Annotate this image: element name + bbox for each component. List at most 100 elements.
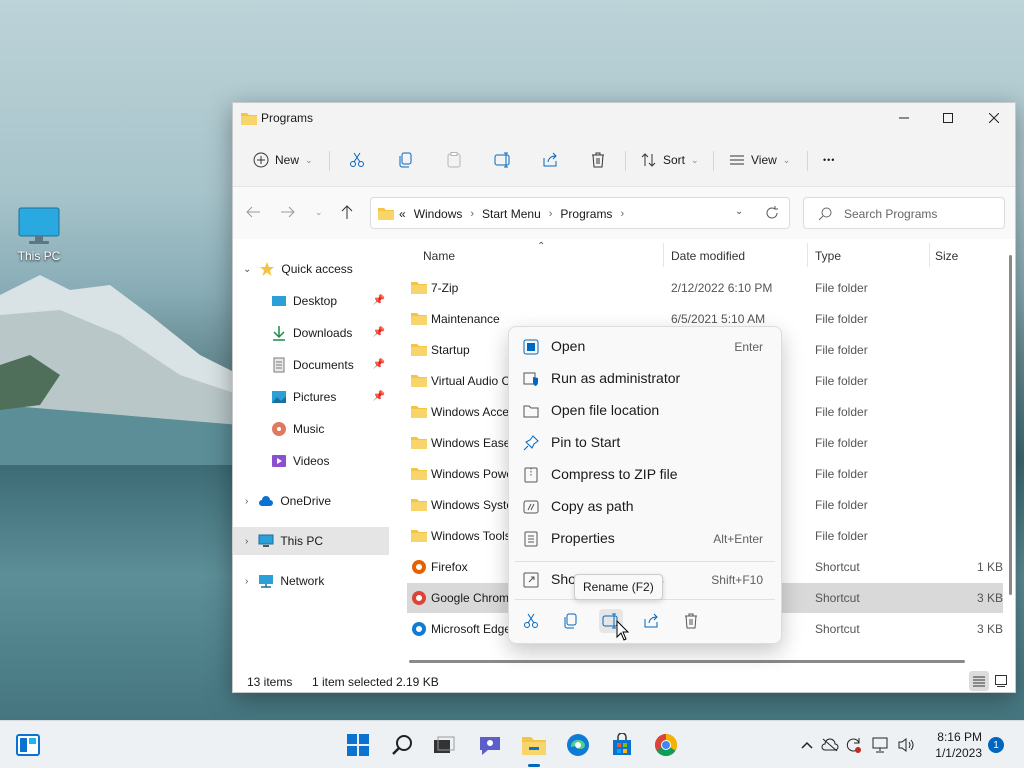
column-divider[interactable] xyxy=(929,243,930,267)
menu-item-label: Copy as path xyxy=(551,498,634,514)
breadcrumb-programs[interactable]: Programs xyxy=(560,207,612,221)
menu-item-copy-as-path[interactable]: Copy as path xyxy=(513,492,777,522)
close-button[interactable] xyxy=(971,103,1017,133)
search-button[interactable] xyxy=(386,729,418,761)
column-divider[interactable] xyxy=(807,243,808,267)
more-options-button[interactable]: ••• xyxy=(823,133,835,187)
column-header-size[interactable]: Size xyxy=(935,249,958,273)
sidebar-item-onedrive[interactable]: › OneDrive xyxy=(233,487,389,515)
copy-icon xyxy=(564,613,577,629)
minimize-button[interactable] xyxy=(881,103,927,133)
title-bar[interactable]: Programs xyxy=(233,103,1015,133)
sidebar-item-music[interactable]: Music xyxy=(233,415,389,443)
share-button[interactable] xyxy=(542,133,558,187)
sidebar-item-desktop[interactable]: Desktop 📌 xyxy=(233,287,389,315)
chevron-right-icon[interactable]: › xyxy=(245,536,248,547)
chevron-right-icon[interactable]: › xyxy=(620,208,624,220)
arrow-right-icon xyxy=(281,206,295,218)
recent-locations-chevron-icon[interactable]: ⌄ xyxy=(315,207,323,218)
chevron-right-icon[interactable]: › xyxy=(470,208,474,220)
delete-button[interactable] xyxy=(590,133,606,187)
column-header-type[interactable]: Type xyxy=(815,249,841,273)
new-button[interactable]: New ⌄ xyxy=(253,133,313,187)
address-bar[interactable]: « Windows › Start Menu › Programs › ⌄ xyxy=(370,197,790,229)
table-row[interactable]: 7-Zip 2/12/2022 6:10 PM File folder xyxy=(407,273,1003,303)
view-button[interactable]: View ⌄ xyxy=(729,133,790,187)
sidebar-item-documents[interactable]: Documents 📌 xyxy=(233,351,389,379)
chevron-down-icon: ⌄ xyxy=(782,154,791,165)
edge-button[interactable] xyxy=(562,729,594,761)
chrome-button[interactable] xyxy=(650,729,682,761)
open-icon xyxy=(523,339,539,355)
menu-item-open[interactable]: Open Enter xyxy=(513,332,777,362)
tiles-view-button[interactable] xyxy=(991,671,1011,691)
store-button[interactable] xyxy=(606,729,638,761)
vertical-scrollbar[interactable] xyxy=(1009,255,1012,595)
sidebar-item-this-pc[interactable]: › This PC xyxy=(233,527,389,555)
system-clock[interactable]: 8:16 PM 1/1/2023 xyxy=(924,729,982,761)
status-bar: 13 items 1 item selected 2.19 KB xyxy=(233,669,1015,693)
navigation-bar: ⌄ « Windows › Start Menu › Programs › ⌄ … xyxy=(233,187,1015,239)
folder-icon xyxy=(522,737,546,755)
breadcrumb: « Windows › Start Menu › Programs › xyxy=(399,207,624,221)
column-divider[interactable] xyxy=(663,243,664,267)
context-share-button[interactable] xyxy=(639,609,663,633)
chevron-right-icon[interactable]: › xyxy=(245,496,248,507)
column-header-name[interactable]: Name xyxy=(423,249,455,273)
paste-button[interactable] xyxy=(446,133,462,187)
desktop-icon-this-pc[interactable]: This PC xyxy=(8,206,70,263)
breadcrumb-overflow[interactable]: « xyxy=(399,207,406,221)
back-button[interactable] xyxy=(245,205,261,222)
menu-item-compress-to-zip[interactable]: Compress to ZIP file xyxy=(513,460,777,490)
menu-item-open-file-location[interactable]: Open file location xyxy=(513,396,777,426)
star-icon xyxy=(260,262,275,276)
forward-button[interactable] xyxy=(280,205,296,222)
chevron-right-icon[interactable]: › xyxy=(245,576,248,587)
notification-badge[interactable]: 1 xyxy=(988,737,1004,753)
column-header-date[interactable]: Date modified xyxy=(671,249,745,273)
trash-icon xyxy=(685,613,697,629)
refresh-icon[interactable] xyxy=(765,206,779,220)
chevron-down-icon[interactable]: ⌄ xyxy=(243,264,251,275)
file-name: Google Chrom xyxy=(431,591,510,605)
sync-tray-icon[interactable] xyxy=(845,736,863,754)
file-explorer-taskbar-button[interactable] xyxy=(518,729,550,767)
menu-item-label: Open file location xyxy=(551,402,660,418)
maximize-button[interactable] xyxy=(925,103,971,133)
address-history-chevron-icon[interactable]: ⌄ xyxy=(735,206,743,217)
horizontal-scrollbar[interactable] xyxy=(409,660,965,663)
cut-button[interactable] xyxy=(349,133,365,187)
menu-item-properties[interactable]: Properties Alt+Enter xyxy=(513,524,777,554)
sidebar-item-downloads[interactable]: Downloads 📌 xyxy=(233,319,389,347)
search-box[interactable]: Search Programs xyxy=(803,197,1005,229)
pin-icon: 📌 xyxy=(372,327,385,338)
breadcrumb-start-menu[interactable]: Start Menu xyxy=(482,207,541,221)
up-button[interactable] xyxy=(340,204,354,223)
rename-button[interactable] xyxy=(494,133,512,187)
details-view-button[interactable] xyxy=(969,671,989,691)
network-tray-icon[interactable] xyxy=(872,736,890,754)
sort-button[interactable]: Sort ⌄ xyxy=(641,133,699,187)
sidebar-item-pictures[interactable]: Pictures 📌 xyxy=(233,383,389,411)
menu-item-pin-to-start[interactable]: Pin to Start xyxy=(513,428,777,458)
menu-item-run-as-administrator[interactable]: Run as administrator xyxy=(513,364,777,394)
onedrive-tray-icon[interactable] xyxy=(821,736,839,754)
chevron-right-icon[interactable]: › xyxy=(549,208,553,220)
volume-tray-icon[interactable] xyxy=(897,736,915,754)
task-view-button[interactable] xyxy=(428,729,460,761)
chat-button[interactable] xyxy=(474,729,506,761)
context-delete-button[interactable] xyxy=(679,609,703,633)
sidebar-item-videos[interactable]: Videos xyxy=(233,447,389,475)
widgets-button[interactable] xyxy=(12,729,44,761)
context-copy-button[interactable] xyxy=(559,609,583,633)
breadcrumb-windows[interactable]: Windows xyxy=(414,207,463,221)
sidebar-item-network[interactable]: › Network xyxy=(233,567,389,595)
file-date: 2/12/2022 6:10 PM xyxy=(671,281,773,295)
copy-button[interactable] xyxy=(398,133,414,187)
sort-icon xyxy=(641,153,656,167)
context-cut-button[interactable] xyxy=(519,609,543,633)
start-button[interactable] xyxy=(342,729,374,761)
show-hidden-icons-button[interactable] xyxy=(798,736,816,754)
sidebar-item-quick-access[interactable]: ⌄ Quick access xyxy=(233,255,389,283)
scissors-icon xyxy=(350,152,364,167)
